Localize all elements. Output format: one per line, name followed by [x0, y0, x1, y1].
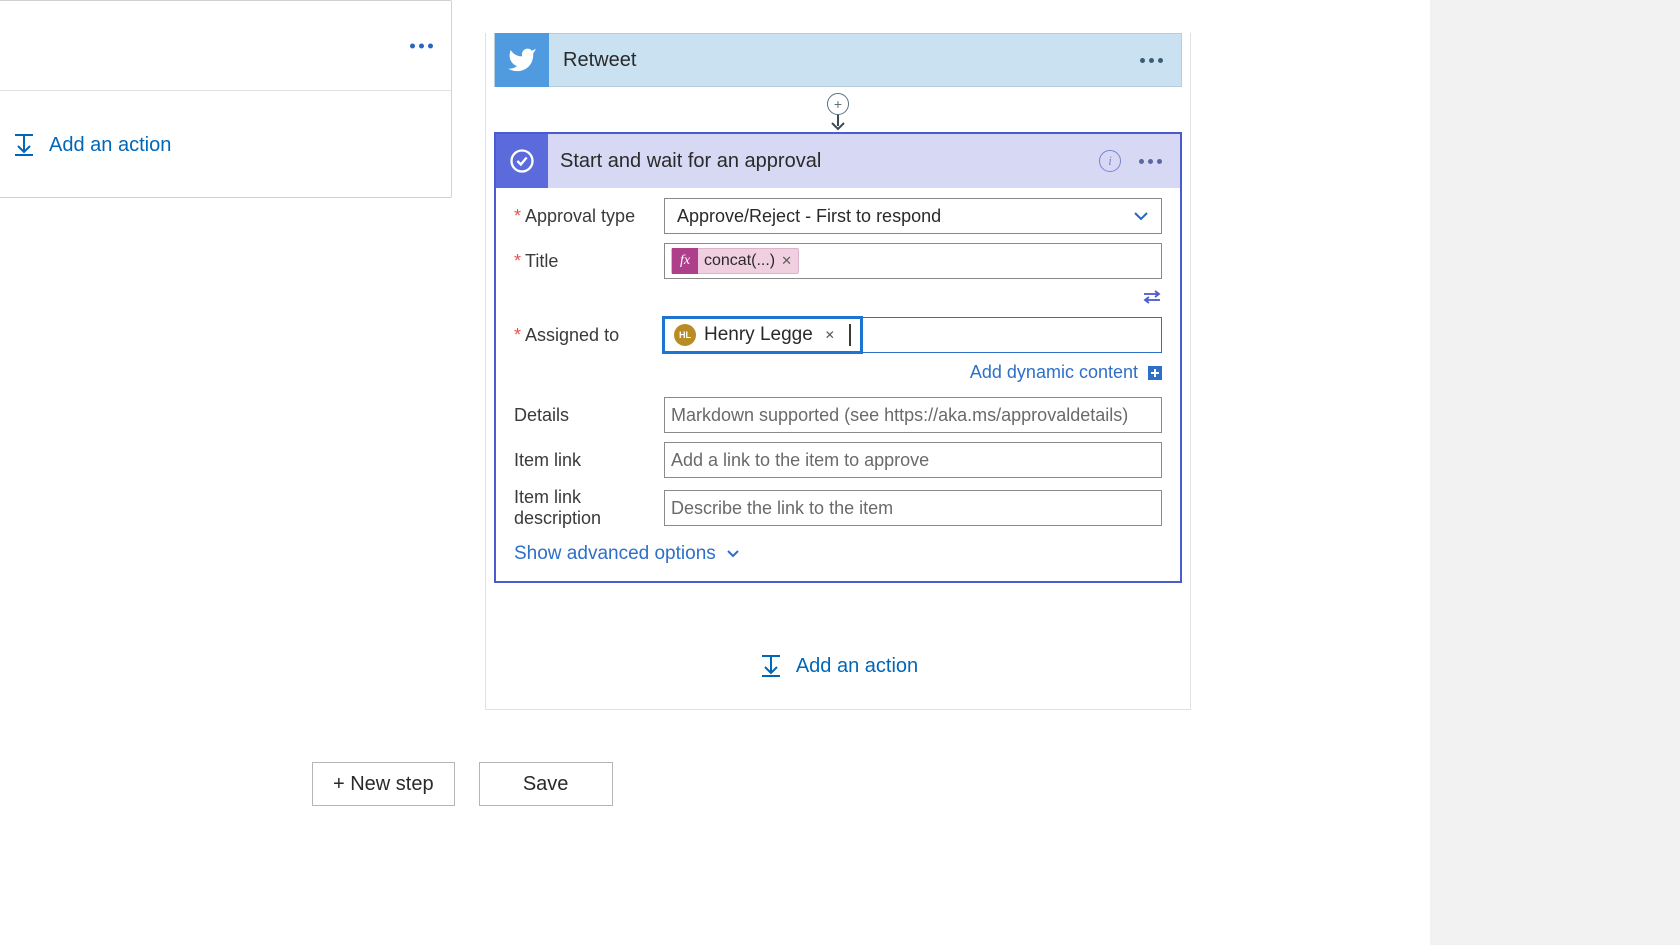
- people-token[interactable]: HL Henry Legge ✕: [668, 322, 857, 348]
- show-advanced-options[interactable]: Show advanced options: [514, 543, 1162, 565]
- add-action-button-main[interactable]: Add an action: [486, 653, 1190, 679]
- approval-title: Start and wait for an approval: [548, 150, 1099, 173]
- title-input[interactable]: fx concat(...) ✕: [664, 243, 1162, 279]
- person-avatar: HL: [674, 324, 696, 346]
- details-field[interactable]: [671, 405, 1155, 426]
- save-button[interactable]: Save: [479, 762, 613, 806]
- chevron-down-icon: [726, 543, 740, 565]
- add-action-label-left: Add an action: [49, 134, 171, 157]
- details-label: Details: [514, 405, 664, 426]
- add-dynamic-content-link[interactable]: Add dynamic content: [970, 362, 1138, 383]
- approval-action-card: Start and wait for an approval i *Approv…: [494, 132, 1182, 583]
- approval-header[interactable]: Start and wait for an approval i: [496, 134, 1180, 188]
- insert-step-icon: [758, 653, 784, 679]
- item-link-desc-field[interactable]: [671, 498, 1155, 519]
- approval-more-button[interactable]: [1139, 159, 1162, 164]
- item-link-desc-label: Item link description: [514, 487, 664, 529]
- bottom-button-row: + New step Save: [312, 762, 613, 806]
- details-input[interactable]: [664, 397, 1162, 433]
- insert-step-icon: [11, 132, 37, 158]
- more-menu-button[interactable]: [410, 43, 433, 48]
- fx-icon: fx: [672, 248, 698, 274]
- assigned-to-row: *Assigned to HL Henry Legge ✕: [514, 317, 1162, 353]
- item-link-row: Item link: [514, 442, 1162, 478]
- approval-type-select[interactable]: Approve/Reject - First to respond: [664, 198, 1162, 234]
- assigned-to-input[interactable]: HL Henry Legge ✕: [664, 317, 1162, 353]
- right-background-shade: [1430, 0, 1680, 945]
- details-row: Details: [514, 397, 1162, 433]
- retweet-action-card[interactable]: Retweet: [494, 33, 1182, 87]
- approval-type-value: Approve/Reject - First to respond: [677, 206, 941, 227]
- fx-token-remove[interactable]: ✕: [781, 253, 792, 269]
- approval-type-row: *Approval type Approve/Reject - First to…: [514, 198, 1162, 234]
- title-label: *Title: [514, 251, 664, 272]
- info-icon[interactable]: i: [1099, 150, 1121, 172]
- approval-body: *Approval type Approve/Reject - First to…: [496, 188, 1180, 581]
- text-caret: [849, 324, 851, 346]
- add-action-label-main: Add an action: [796, 655, 918, 678]
- main-flow-frame: Retweet +: [485, 33, 1191, 710]
- insert-step-button[interactable]: +: [827, 93, 849, 115]
- item-link-desc-row: Item link description: [514, 487, 1162, 529]
- add-action-button-left[interactable]: Add an action: [0, 91, 451, 199]
- fx-expression-token[interactable]: fx concat(...) ✕: [671, 248, 799, 274]
- person-remove[interactable]: ✕: [825, 328, 835, 342]
- assigned-to-label: *Assigned to: [514, 325, 664, 346]
- swap-mode-row: [514, 288, 1162, 311]
- retweet-more-button[interactable]: [1140, 58, 1181, 63]
- person-name: Henry Legge: [704, 324, 813, 346]
- swap-icon[interactable]: [1142, 288, 1162, 311]
- parallel-branch-header: [0, 1, 451, 91]
- arrow-down-icon: [829, 115, 847, 136]
- item-link-field[interactable]: [671, 450, 1155, 471]
- flow-connector: +: [494, 87, 1182, 132]
- title-row: *Title fx concat(...) ✕: [514, 243, 1162, 279]
- item-link-label: Item link: [514, 450, 664, 471]
- chevron-down-icon: [1133, 206, 1149, 227]
- item-link-input[interactable]: [664, 442, 1162, 478]
- new-step-button[interactable]: + New step: [312, 762, 455, 806]
- twitter-icon: [495, 33, 549, 87]
- main-flow-column: Retweet +: [485, 0, 1191, 710]
- approval-icon: [496, 134, 548, 188]
- dynamic-content-row: Add dynamic content: [514, 362, 1162, 383]
- fx-token-text: concat(...): [704, 252, 775, 270]
- approval-type-label: *Approval type: [514, 206, 664, 227]
- parallel-branch-card: Add an action: [0, 0, 452, 198]
- show-advanced-label: Show advanced options: [514, 543, 716, 565]
- item-link-desc-input[interactable]: [664, 490, 1162, 526]
- retweet-title: Retweet: [549, 49, 1140, 72]
- add-dynamic-content-button[interactable]: [1148, 366, 1162, 380]
- assigned-to-highlight: HL Henry Legge ✕: [662, 316, 863, 354]
